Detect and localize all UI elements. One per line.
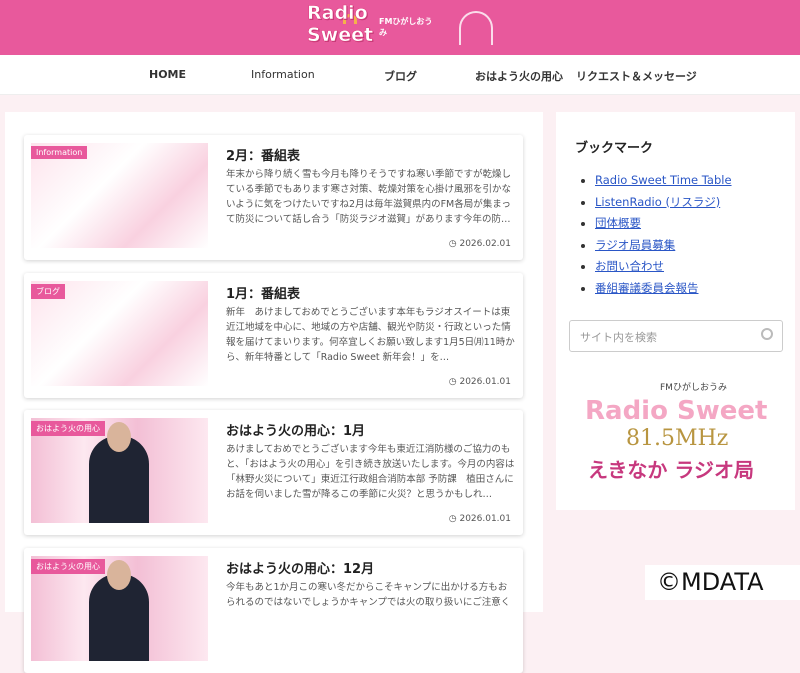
nav-request[interactable]: リクエスト＆メッセージ (576, 68, 697, 84)
post-excerpt: あけましておめでとうございます今年も東近江消防様のご協力のもと、「おはよう火の用… (226, 444, 515, 500)
logo-frequency: 81.5MHz (626, 426, 729, 451)
link-timetable[interactable]: Radio Sweet Time Table (595, 173, 732, 187)
link-contact[interactable]: お問い合わせ (595, 259, 664, 273)
post-card[interactable]: おはよう火の用心 おはよう火の用心：12月 今年もあと1か月この寒い冬だからこそ… (24, 548, 523, 673)
date-text: 2026.01.01 (459, 377, 511, 387)
station-logo[interactable]: FMひがしおうみ Radio Sweet 81.5MHz えきなか ラジオ局 (580, 374, 770, 489)
logo-text: Radio Sweet (307, 1, 374, 46)
link-about[interactable]: 団体概要 (595, 216, 641, 230)
bookmark-item: ListenRadio (リスラジ) (595, 192, 732, 214)
sidebar: ブックマーク Radio Sweet Time Table ListenRadi… (556, 112, 795, 510)
post-title[interactable]: おはよう火の用心：12月 (226, 558, 374, 577)
nav-fire-safety[interactable]: おはよう火の用心 (475, 68, 563, 84)
post-title[interactable]: おはよう火の用心：1月 (226, 420, 365, 439)
bookmark-heading: ブックマーク (575, 141, 654, 156)
radio-tower-icon (459, 10, 493, 45)
nav-home[interactable]: HOME (149, 68, 186, 81)
logo-fm: FMひがしおうみ (660, 383, 727, 393)
bookmark-list: Radio Sweet Time Table ListenRadio (リスラジ… (579, 170, 732, 300)
category-badge: ブログ (31, 284, 65, 299)
bookmark-item: お問い合わせ (595, 256, 732, 278)
face (107, 422, 131, 452)
link-committee-report[interactable]: 番組審議委員会報告 (595, 281, 699, 295)
post-date: ◷ 2026.02.01 (449, 239, 511, 249)
site-logo[interactable]: FMひがしおうみ Radio Sweet (307, 1, 437, 50)
post-date: ◷ 2026.01.01 (449, 514, 511, 524)
clock-icon: ◷ (448, 377, 460, 387)
post-card[interactable]: おはよう火の用心 おはよう火の用心：1月 あけましておめでとうございます今年も東… (24, 410, 523, 535)
bookmark-item: Radio Sweet Time Table (595, 170, 732, 192)
bookmark-item: 団体概要 (595, 213, 732, 235)
post-title[interactable]: 1月：番組表 (226, 283, 300, 302)
post-thumbnail[interactable]: おはよう火の用心 (31, 556, 208, 661)
post-title[interactable]: 2月：番組表 (226, 145, 300, 164)
face (107, 560, 131, 590)
search-icon[interactable] (761, 328, 773, 340)
category-badge: おはよう火の用心 (31, 559, 105, 574)
site-header: FMひがしおうみ Radio Sweet (0, 0, 800, 55)
link-listenradio[interactable]: ListenRadio (リスラジ) (595, 195, 720, 209)
post-thumbnail[interactable]: ブログ (31, 281, 208, 386)
search-placeholder: サイト内を検索 (580, 331, 657, 344)
category-badge: おはよう火の用心 (31, 421, 105, 436)
watermark: ©MDATA (645, 565, 800, 600)
logo-name: Radio Sweet (585, 396, 768, 426)
site-search-input[interactable]: サイト内を検索 (569, 320, 783, 352)
main-nav: HOME Information ブログ おはよう火の用心 リクエスト＆メッセー… (0, 55, 800, 95)
post-card[interactable]: ブログ 1月：番組表 新年 あけましておめでとうございます本年もラジオスイートは… (24, 273, 523, 398)
category-badge: Information (31, 146, 88, 159)
bookmark-item: 番組審議委員会報告 (595, 278, 732, 300)
bookmark-item: ラジオ局員募集 (595, 235, 732, 257)
nav-blog[interactable]: ブログ (384, 68, 417, 84)
post-date: ◷ 2026.01.01 (449, 377, 511, 387)
nav-information[interactable]: Information (251, 68, 315, 81)
link-recruit[interactable]: ラジオ局員募集 (595, 238, 675, 252)
date-text: 2026.01.01 (459, 514, 511, 524)
logo-tagline: えきなか ラジオ局 (588, 458, 754, 482)
clock-icon: ◷ (448, 514, 460, 524)
post-card[interactable]: Information 2月：番組表 年末から降り続く雪も今月も降りそうですね寒… (24, 135, 523, 260)
clock-icon: ◷ (448, 239, 460, 249)
post-excerpt: 新年 あけましておめでとうございます本年もラジオスイートは東近江地域を中心に、地… (226, 307, 515, 363)
post-excerpt: 年末から降り続く雪も今月も降りそうですね寒い季節ですが乾燥している季節でもありま… (226, 169, 512, 225)
date-text: 2026.02.01 (459, 239, 511, 249)
post-excerpt: 今年もあと1か月この寒い冬だからこそキャンプに出かける方もおられるのではないでし… (226, 582, 511, 608)
post-thumbnail[interactable]: Information (31, 143, 208, 248)
post-thumbnail[interactable]: おはよう火の用心 (31, 418, 208, 523)
